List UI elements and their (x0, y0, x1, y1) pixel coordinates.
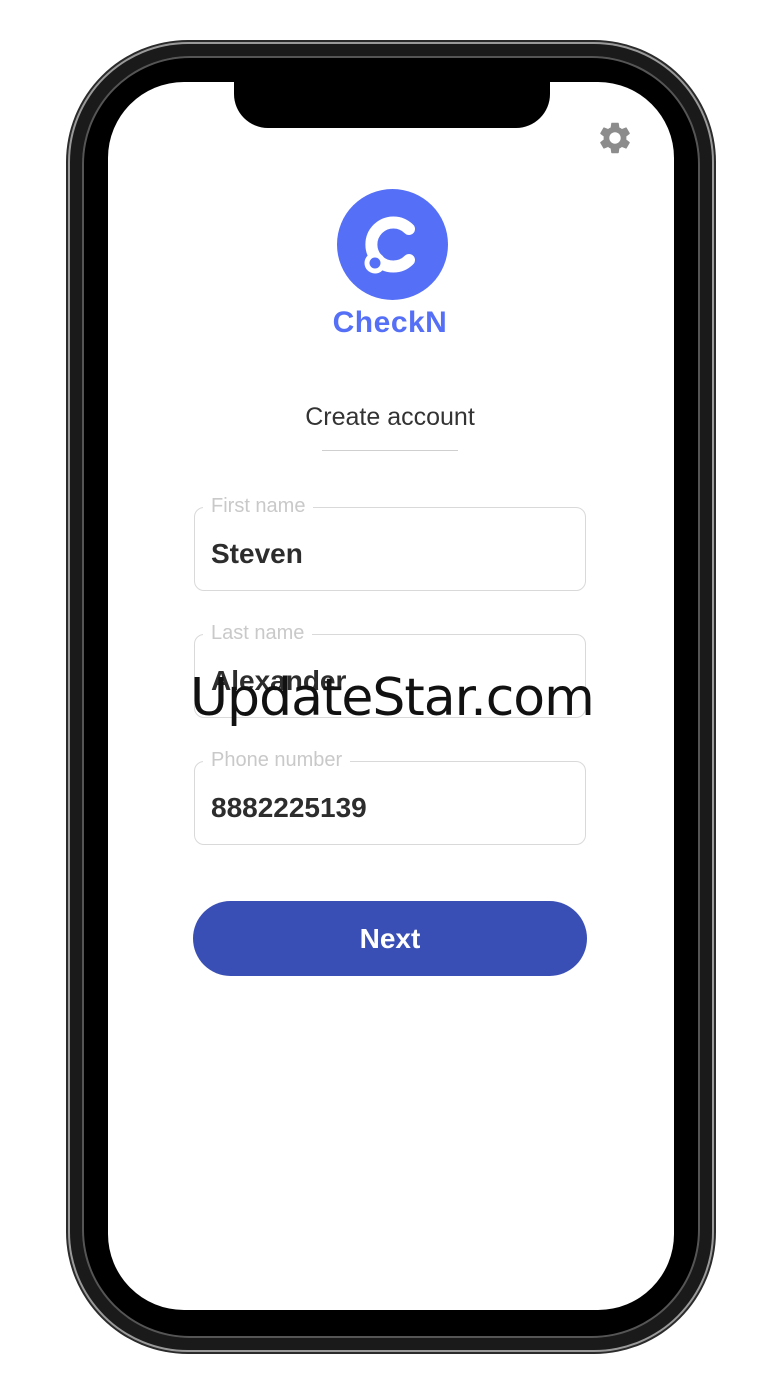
phone-number-value[interactable]: 8882225139 (211, 792, 367, 824)
phone-notch (234, 70, 550, 128)
phone-number-label: Phone number (203, 748, 351, 772)
last-name-label: Last name (203, 621, 313, 645)
gear-icon[interactable] (596, 119, 634, 157)
title-underline (322, 450, 458, 451)
checkn-logo-icon (337, 189, 448, 300)
brand-name: CheckN (332, 306, 448, 339)
watermark: UpdateStar.com (190, 668, 595, 728)
first-name-field[interactable]: First name Steven (194, 494, 586, 591)
first-name-label: First name (203, 494, 314, 518)
page-title: Create account (305, 403, 475, 431)
first-name-value[interactable]: Steven (211, 538, 303, 570)
next-button[interactable]: Next (193, 901, 587, 976)
phone-number-field[interactable]: Phone number 8882225139 (194, 748, 586, 845)
